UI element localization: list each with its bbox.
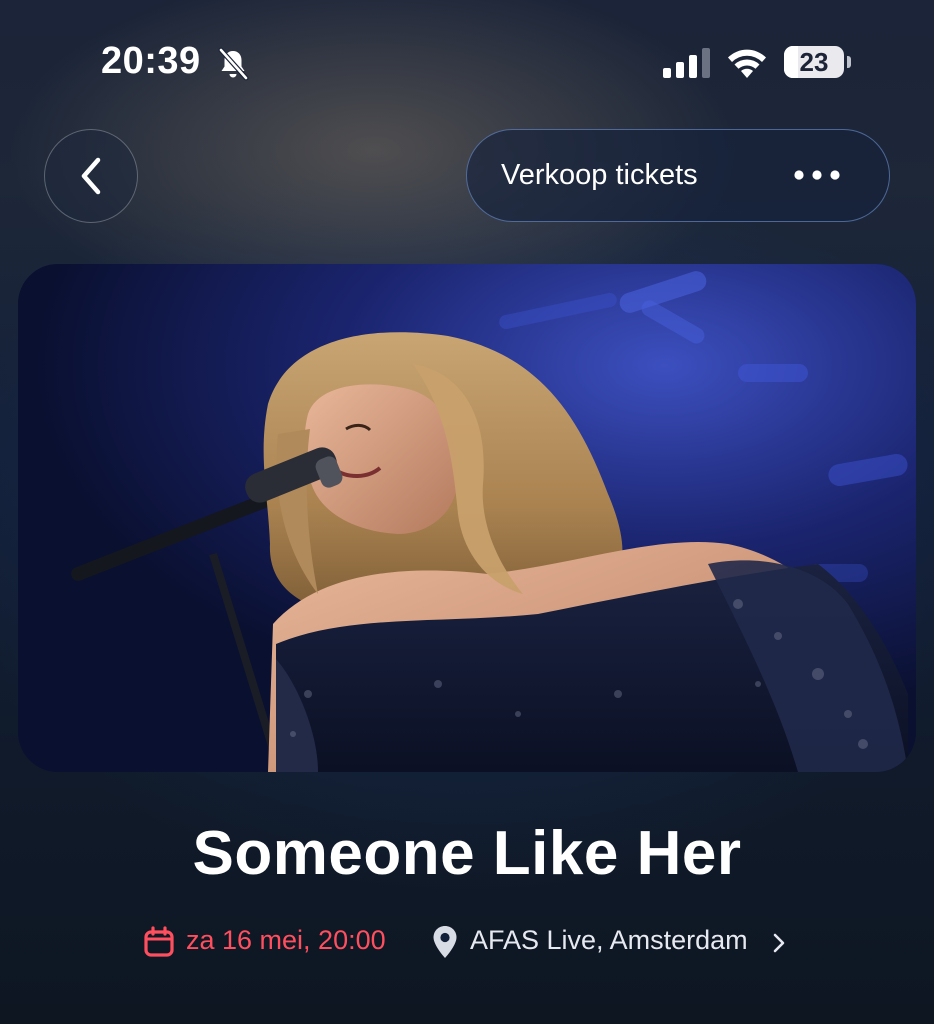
- event-date: za 16 mei, 20:00: [186, 925, 386, 955]
- chevron-left-icon: [81, 157, 101, 195]
- battery-percentage: 23: [799, 47, 829, 77]
- status-time: 20:39: [101, 40, 201, 82]
- battery-cap: [847, 56, 851, 68]
- performer-photo: [18, 264, 916, 772]
- event-meta-row: za 16 mei, 20:00 AFAS Live, Amsterdam: [0, 918, 934, 966]
- bell-slash-icon: [218, 47, 249, 81]
- battery-indicator: 23: [784, 46, 851, 78]
- more-options-button[interactable]: [779, 152, 855, 198]
- ellipsis-icon: [794, 170, 840, 180]
- header-action-pill: Verkoop tickets: [466, 129, 890, 222]
- calendar-icon: [144, 926, 174, 957]
- sell-tickets-button[interactable]: Verkoop tickets: [501, 130, 698, 220]
- venue-link[interactable]: AFAS Live, Amsterdam: [430, 918, 800, 966]
- event-title: Someone Like Her: [192, 819, 742, 888]
- event-hero-image: [18, 264, 916, 772]
- event-venue: AFAS Live, Amsterdam: [470, 925, 748, 955]
- chevron-right-icon: [773, 933, 785, 953]
- cellular-signal-icon: [663, 48, 710, 78]
- location-pin-icon: [433, 926, 457, 958]
- status-bar: 20:39 23: [0, 0, 934, 120]
- back-button[interactable]: [44, 129, 138, 223]
- wifi-icon: [728, 49, 766, 78]
